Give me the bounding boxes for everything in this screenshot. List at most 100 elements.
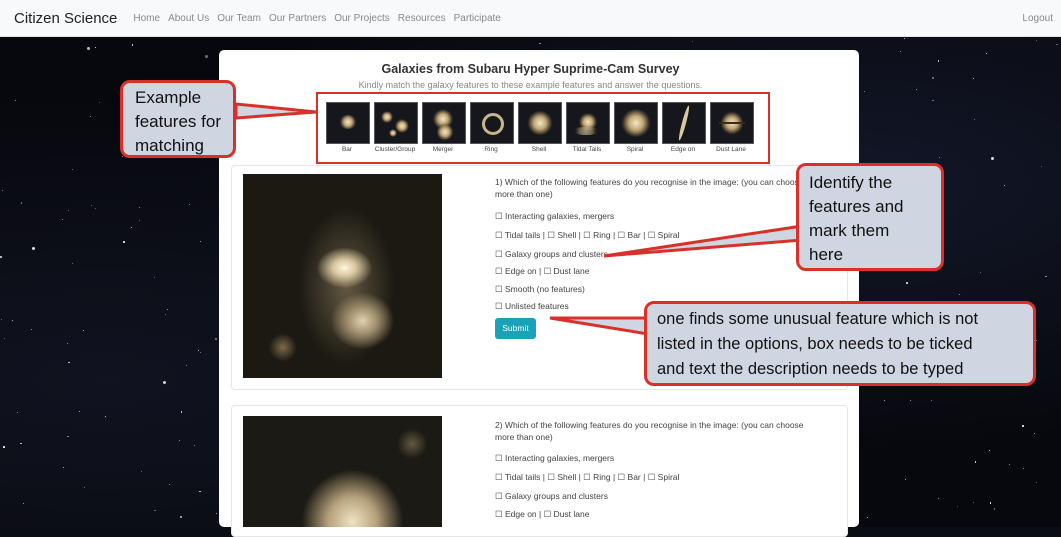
star <box>84 487 86 489</box>
star <box>168 484 170 486</box>
star <box>78 410 81 413</box>
callout-line: mark them <box>809 221 890 240</box>
nav-links: Home About Us Our Team Our Partners Our … <box>125 13 500 24</box>
star <box>188 204 190 206</box>
nav-our-team[interactable]: Our Team <box>217 13 261 24</box>
brand[interactable]: Citizen Science <box>14 10 117 27</box>
question-2-text-line1: 2) Which of the following features do yo… <box>495 420 804 430</box>
star <box>972 77 974 79</box>
callout-unlisted-features: one finds some unusual feature which is … <box>644 301 1036 386</box>
star <box>539 42 542 45</box>
star <box>15 100 17 102</box>
star <box>16 412 18 414</box>
star <box>989 450 991 452</box>
star <box>193 445 195 447</box>
callout-line: and text the description needs to be typ… <box>657 360 964 378</box>
q1-option-tidal-shell-ring-bar-spiral[interactable]: ☐ Tidal tails | ☐ Shell | ☐ Ring | ☐ Bar… <box>495 230 679 241</box>
examples-highlight-box <box>316 92 770 164</box>
question-1-text-line2: more than one) <box>495 189 553 199</box>
q2-option-edge-on-dust-lane[interactable]: ☐ Edge on | ☐ Dust lane <box>495 509 589 520</box>
star <box>0 255 2 258</box>
star <box>1009 464 1011 466</box>
star <box>931 399 933 401</box>
star <box>1004 184 1006 186</box>
star <box>72 169 74 171</box>
star <box>185 364 188 367</box>
nav-participate[interactable]: Participate <box>454 13 501 24</box>
star <box>31 246 35 250</box>
star <box>985 53 987 55</box>
q2-option-groups-clusters[interactable]: ☐ Galaxy groups and clusters <box>495 491 608 502</box>
star <box>63 466 65 468</box>
nav-resources[interactable]: Resources <box>398 13 446 24</box>
star <box>163 380 167 384</box>
q1-option-interacting[interactable]: ☐ Interacting galaxies, mergers <box>495 211 614 222</box>
star <box>883 400 885 402</box>
star <box>198 490 201 493</box>
survey-title: Galaxies from Subaru Hyper Suprime-Cam S… <box>381 62 680 76</box>
submit-button[interactable]: Submit <box>495 318 536 339</box>
callout-line: here <box>809 245 844 264</box>
star <box>167 309 169 311</box>
question-1-text-line1: 1) Which of the following features do yo… <box>495 177 804 187</box>
star <box>66 343 68 345</box>
star <box>904 478 907 481</box>
star <box>22 503 24 505</box>
q1-option-groups-clusters[interactable]: ☐ Galaxy groups and clusters <box>495 249 608 260</box>
star <box>974 118 976 120</box>
callout-line: Identify the <box>809 173 893 192</box>
logout-link[interactable]: Logout <box>1022 13 1053 24</box>
star <box>692 40 694 42</box>
callout-line: matching <box>135 136 204 155</box>
nav-our-projects[interactable]: Our Projects <box>334 13 390 24</box>
star <box>989 502 992 504</box>
star <box>138 219 140 221</box>
star <box>1 319 3 321</box>
star <box>932 77 934 79</box>
nav-about-us[interactable]: About Us <box>168 13 209 24</box>
star <box>1036 482 1038 484</box>
star <box>957 506 959 508</box>
star <box>94 47 96 49</box>
callout-line: listed in the options, box needs to be t… <box>657 335 973 353</box>
star <box>82 330 84 332</box>
star <box>165 313 167 315</box>
q1-option-edge-on-dust-lane[interactable]: ☐ Edge on | ☐ Dust lane <box>495 266 589 277</box>
q1-option-unlisted[interactable]: ☐ Unlisted features <box>495 301 569 312</box>
star <box>904 37 906 39</box>
star <box>1045 275 1047 278</box>
star <box>1056 43 1059 46</box>
nav-home[interactable]: Home <box>133 13 160 24</box>
star <box>94 208 96 210</box>
star <box>1040 165 1042 167</box>
star <box>131 44 134 46</box>
star <box>197 349 199 351</box>
q2-option-interacting[interactable]: ☐ Interacting galaxies, mergers <box>495 453 614 464</box>
star <box>974 461 977 463</box>
star <box>1023 467 1025 469</box>
star <box>86 47 90 51</box>
star <box>154 277 156 279</box>
q1-option-smooth[interactable]: ☐ Smooth (no features) <box>495 284 585 295</box>
question-2-galaxy-image <box>243 416 442 527</box>
star <box>72 263 74 265</box>
star <box>178 439 181 442</box>
star <box>68 361 70 364</box>
star <box>866 516 868 518</box>
star <box>154 509 156 512</box>
star <box>1022 425 1024 427</box>
question-1-galaxy-image <box>243 174 442 378</box>
star <box>958 293 960 295</box>
star <box>979 272 981 274</box>
star <box>122 241 125 244</box>
star <box>141 471 143 473</box>
q2-option-tidal-shell-ring-bar-spiral[interactable]: ☐ Tidal tails | ☐ Shell | ☐ Ring | ☐ Bar… <box>495 472 679 483</box>
nav-our-partners[interactable]: Our Partners <box>269 13 326 24</box>
star <box>139 207 141 209</box>
star <box>99 101 101 103</box>
star <box>906 282 908 285</box>
star <box>3 446 5 448</box>
star <box>104 415 106 417</box>
star <box>200 240 202 242</box>
star <box>90 205 92 207</box>
